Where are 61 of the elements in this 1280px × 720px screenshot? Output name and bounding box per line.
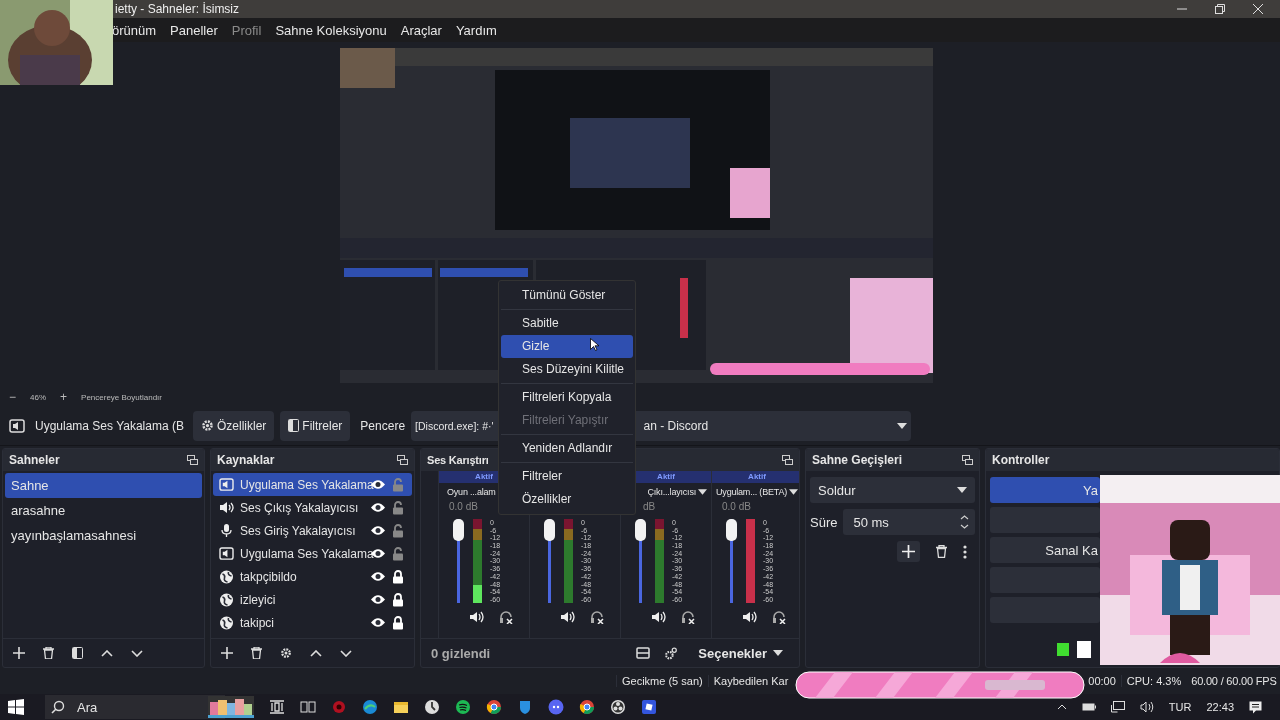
delay-status: Gecikme (5 san) [616,675,708,687]
zoom-level: 46% [30,392,47,402]
scene-item[interactable]: arasahne [5,498,202,523]
panel-title: Kaynaklar [217,453,275,467]
channel-name: Uygulam... (BETA) [716,487,787,497]
filters-button[interactable]: Filtreler [280,410,351,441]
scene-item[interactable]: Sahne [5,473,202,498]
source-item[interactable]: Ses Giriş Yakalayıcısı [213,519,412,542]
menu-item[interactable]: Filtreleri Kopyala [501,386,633,409]
panel-title: Sahne Geçişleri [812,453,903,467]
zoom-out-button[interactable]: − [9,390,16,404]
transition-dropdown[interactable]: Soldur [810,477,975,503]
panel-title: Ses Karıştırı [427,454,489,466]
source-item[interactable]: Uygulama Ses Yakalama [213,542,412,565]
control-button[interactable]: Ya [990,477,1100,503]
hidden-count: 0 gizlendi [431,645,492,661]
source-item[interactable]: izleyici [213,588,412,611]
menu-item[interactable]: Yardım [455,22,497,38]
properties-button[interactable]: Özellikler [193,410,275,441]
source-item[interactable]: Uygulama Ses Yakalama [213,473,412,496]
zoom-in-button[interactable]: + [60,390,68,404]
volume-reading: 0.0 dB [449,501,478,512]
menu-item[interactable]: Gizle [501,335,633,358]
control-button[interactable]: Sanal Ka [990,537,1100,563]
volume-reading: 0.0 dB [722,501,751,512]
duration-label: Süre [810,514,838,530]
time-status: 00:00 [1087,675,1117,687]
menu-item[interactable]: Paneller [170,22,218,38]
status-label: Aktif [657,472,675,481]
search-field[interactable]: Ara [45,695,225,719]
volume-reading: dB [643,501,656,512]
menu-item[interactable]: Tümünü Göster [501,284,633,307]
scene-item[interactable]: yayınbaşlamasahnesi [5,523,202,548]
window-title: ietty - Sahneler: İsimsiz [115,2,240,16]
channel-name: Oyun ...alam [447,487,496,497]
menu-item[interactable]: Sahne Koleksiyonu [275,22,387,38]
options-button[interactable]: Seçenekler [692,644,789,662]
status-label: Aktif [475,472,493,481]
fps-status: 60.00 / 60.00 FPS [1190,675,1278,687]
language-indicator[interactable]: TUR [1168,701,1192,713]
status-label: Aktif [748,472,766,481]
source-item[interactable]: takpçibildo [213,565,412,588]
menu-item[interactable]: Filtreler [501,465,633,488]
zoom-mode-label[interactable]: Pencereye Boyutlandır [81,392,162,402]
menu-item[interactable]: Araçlar [400,22,442,38]
panel-title: Sahneler [9,453,60,467]
window-label: Pencere [360,418,406,433]
selected-source-name: Uygulama Ses Yakalama (B [35,417,185,434]
menu-item[interactable]: Sabitle [501,312,633,335]
clock[interactable]: 22:43 [1206,701,1234,713]
channel-name: Çıkı...layıcısı [647,487,696,497]
menu-item[interactable]: Ses Düzeyini Kilitle [501,358,633,381]
source-item[interactable]: Ses Çıkış Yakalayıcısı [213,496,412,519]
menu-item[interactable]: örünüm [112,22,157,38]
duration-field[interactable]: 50 ms [843,509,975,535]
source-item[interactable]: takipci [213,611,412,634]
dropped-frames-status: Kaybedilen Kar [707,675,794,687]
menu-item[interactable]: Yeniden Adlandır [501,437,633,460]
menu-item[interactable]: Özellikler [501,488,633,511]
cpu-status: CPU: 4.3% [1120,675,1187,687]
panel-title: Kontroller [992,453,1050,467]
